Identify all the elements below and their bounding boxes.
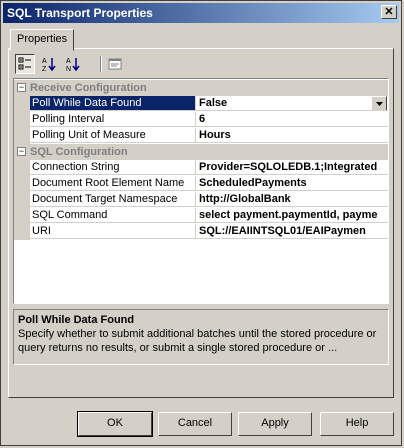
description-pane: Poll While Data Found Specify whether to…: [13, 309, 389, 365]
property-value[interactable]: select payment.paymentId, payme: [196, 208, 388, 223]
property-name: SQL Command: [30, 208, 196, 223]
close-icon: ✕: [384, 6, 394, 18]
property-name: Document Target Namespace: [30, 192, 196, 207]
svg-text:Z: Z: [42, 66, 47, 72]
svg-text:A: A: [66, 58, 71, 65]
ok-button[interactable]: OK: [77, 411, 153, 437]
property-value[interactable]: Provider=SQLOLEDB.1;Integrated: [196, 160, 388, 175]
property-value[interactable]: Hours: [196, 128, 388, 143]
help-button[interactable]: Help: [320, 412, 394, 436]
alphabetical-icon: AZ: [42, 58, 56, 72]
row-gutter: [14, 96, 30, 112]
category-sql-configuration[interactable]: − SQL Configuration: [14, 144, 388, 160]
property-value[interactable]: 6: [196, 112, 388, 127]
property-row[interactable]: URI SQL://EAIINTSQL01/EAIPaymen: [14, 224, 388, 240]
category-label: SQL Configuration: [30, 146, 128, 158]
property-value-text: False: [199, 97, 228, 109]
row-gutter: [14, 128, 30, 144]
property-value[interactable]: False: [196, 96, 388, 111]
property-name: URI: [30, 224, 196, 239]
property-name: Poll While Data Found: [30, 96, 196, 111]
row-gutter: [14, 224, 30, 240]
property-value[interactable]: ScheduledPayments: [196, 176, 388, 191]
chevron-down-icon: [375, 101, 383, 106]
property-row[interactable]: SQL Command select payment.paymentId, pa…: [14, 208, 388, 224]
property-grid-toolbar: AZ AN: [13, 53, 389, 75]
dropdown-button[interactable]: [371, 96, 387, 110]
description-title: Poll While Data Found: [18, 314, 135, 326]
window-title: SQL Transport Properties: [7, 6, 153, 20]
apply-button[interactable]: Apply: [238, 412, 312, 436]
row-gutter: [14, 112, 30, 128]
row-gutter: [14, 208, 30, 224]
property-name: Polling Interval: [30, 112, 196, 127]
sort-az-icon: AN: [66, 58, 80, 72]
title-bar[interactable]: SQL Transport Properties ✕: [3, 3, 399, 23]
row-gutter: [14, 160, 30, 176]
property-row[interactable]: Polling Interval 6: [14, 112, 388, 128]
sort-button[interactable]: AN: [63, 54, 83, 74]
property-value[interactable]: SQL://EAIINTSQL01/EAIPaymen: [196, 224, 388, 239]
alphabetical-button[interactable]: AZ: [39, 54, 59, 74]
property-name: Document Root Element Name: [30, 176, 196, 191]
toolbar-separator: [100, 56, 102, 72]
property-pages-icon: [108, 58, 122, 70]
svg-text:N: N: [66, 66, 71, 72]
property-pages-button[interactable]: [105, 54, 125, 74]
property-row[interactable]: Connection String Provider=SQLOLEDB.1;In…: [14, 160, 388, 176]
row-gutter: [14, 192, 30, 208]
categorized-icon: [18, 57, 31, 70]
property-grid: − Receive Configuration Poll While Data …: [13, 78, 389, 304]
categorized-button[interactable]: [15, 54, 35, 74]
tab-properties-label: Properties: [17, 33, 68, 45]
tab-properties[interactable]: Properties: [10, 29, 75, 51]
category-receive-configuration[interactable]: − Receive Configuration: [14, 80, 388, 96]
svg-text:A: A: [42, 58, 47, 65]
property-row[interactable]: Poll While Data Found False: [14, 96, 388, 112]
property-name: Polling Unit of Measure: [30, 128, 196, 143]
property-row[interactable]: Polling Unit of Measure Hours: [14, 128, 388, 144]
collapse-icon[interactable]: −: [17, 83, 26, 92]
category-label: Receive Configuration: [30, 82, 147, 94]
close-button[interactable]: ✕: [381, 5, 397, 19]
property-row[interactable]: Document Root Element Name ScheduledPaym…: [14, 176, 388, 192]
description-text: Specify whether to submit additional bat…: [18, 328, 377, 354]
cancel-button[interactable]: Cancel: [158, 412, 232, 436]
collapse-icon[interactable]: −: [17, 147, 26, 156]
property-row[interactable]: Document Target Namespace http://GlobalB…: [14, 192, 388, 208]
property-value[interactable]: http://GlobalBank: [196, 192, 388, 207]
property-name: Connection String: [30, 160, 196, 175]
row-gutter: [14, 176, 30, 192]
